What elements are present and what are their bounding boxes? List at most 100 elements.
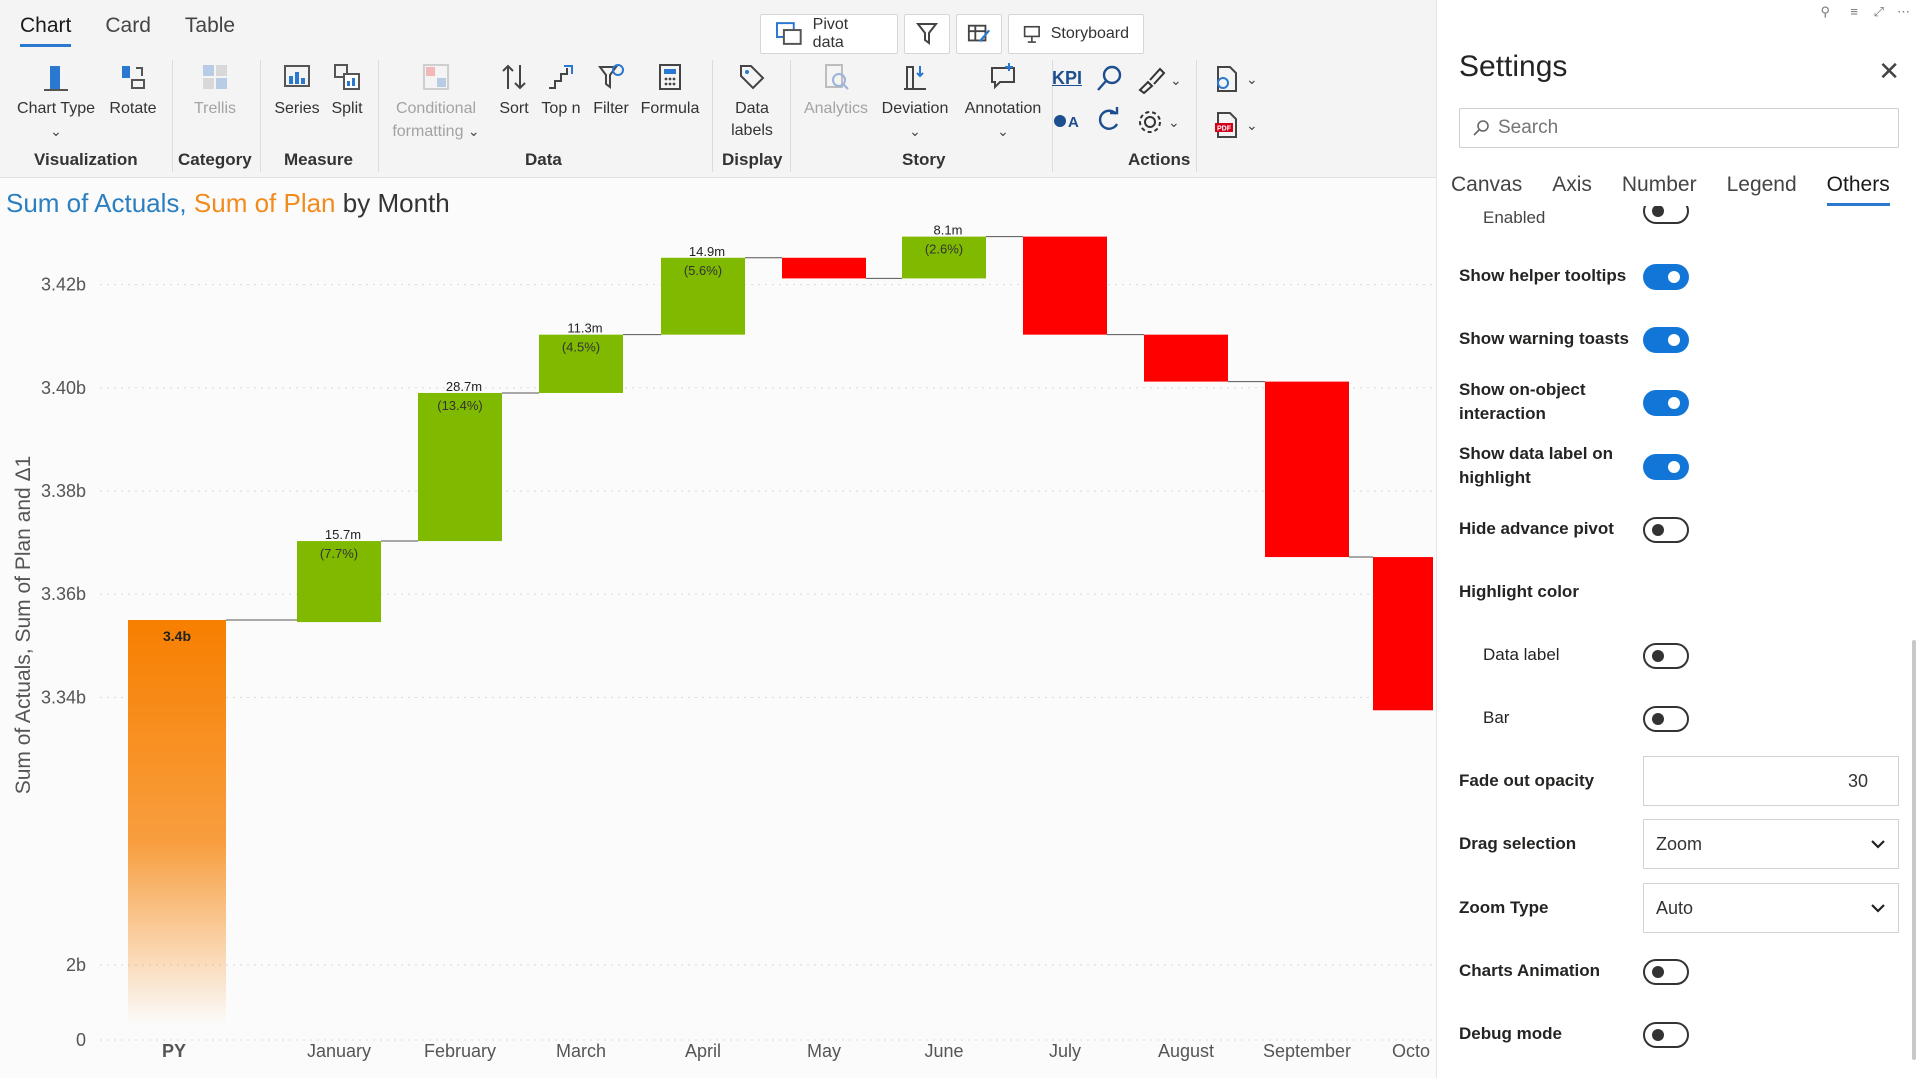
trellis-button[interactable]: Trellis bbox=[184, 62, 246, 120]
kpi-label: KPI bbox=[1052, 68, 1083, 88]
enabled-toggle[interactable] bbox=[1643, 206, 1689, 224]
tab-table[interactable]: Table bbox=[185, 14, 235, 47]
more-options-icon[interactable]: ⋯ bbox=[1897, 4, 1910, 20]
zoom-type-dropdown[interactable]: Auto bbox=[1643, 883, 1899, 933]
divider bbox=[260, 60, 261, 172]
chevron-down-icon: ⌄ bbox=[1246, 70, 1258, 87]
search-input[interactable] bbox=[1498, 117, 1878, 139]
conditional-formatting-button[interactable]: Conditional formatting ⌄ bbox=[386, 62, 486, 143]
close-icon[interactable]: ✕ bbox=[1878, 58, 1900, 84]
debug-mode-label: Debug mode bbox=[1459, 1024, 1562, 1043]
export-pdf-button[interactable]: PDF ⌄ bbox=[1212, 110, 1258, 140]
sort-button[interactable]: Sort bbox=[494, 62, 534, 120]
tab-axis[interactable]: Axis bbox=[1552, 173, 1592, 206]
pdf-icon: PDF bbox=[1215, 112, 1237, 138]
annotation-label: Annotation bbox=[964, 100, 1042, 117]
expand-icon[interactable]: ⤢ bbox=[1874, 4, 1884, 20]
deviation-button[interactable]: Deviation ⌄ bbox=[878, 62, 952, 142]
data-label-highlight-toggle[interactable] bbox=[1643, 454, 1689, 480]
divider bbox=[1196, 60, 1197, 172]
annotation-icon bbox=[991, 63, 1015, 90]
analytics-label: Analytics bbox=[803, 100, 869, 117]
waterfall-chart[interactable]: 0 2b 3.34b 3.36b 3.38b 3.40b 3.42b Sum of Actua… bbox=[0, 225, 1436, 1075]
export-settings-button[interactable]: ⌄ bbox=[1212, 64, 1258, 94]
calculator-icon bbox=[659, 64, 681, 90]
x-tick-label: March bbox=[556, 1041, 606, 1061]
chart-type-button[interactable]: Chart Type ⌄ bbox=[16, 62, 96, 142]
formula-button[interactable]: Formula bbox=[638, 62, 702, 120]
highlight-bar-toggle[interactable] bbox=[1643, 706, 1689, 732]
label-style-button[interactable]: A bbox=[1052, 110, 1084, 132]
title-series-actuals: Sum of Actuals, bbox=[6, 188, 187, 218]
x-tick-label: May bbox=[807, 1041, 841, 1061]
storyboard-button[interactable]: Storyboard bbox=[1008, 14, 1144, 54]
split-button[interactable]: Split bbox=[326, 62, 368, 120]
divider bbox=[378, 60, 379, 172]
tab-others[interactable]: Others bbox=[1826, 173, 1890, 206]
chevron-down-icon: ⌄ bbox=[997, 123, 1009, 139]
data-label-value: 28.7m bbox=[446, 379, 482, 394]
tab-chart[interactable]: Chart bbox=[20, 14, 72, 47]
magnifier-icon bbox=[1097, 65, 1122, 91]
x-tick-label: August bbox=[1158, 1041, 1214, 1061]
edit-table-button[interactable] bbox=[956, 14, 1002, 54]
hide-advance-pivot-toggle[interactable] bbox=[1643, 517, 1689, 543]
kpi-button[interactable]: KPI bbox=[1052, 68, 1082, 89]
charts-animation-toggle[interactable] bbox=[1643, 959, 1689, 985]
tab-canvas[interactable]: Canvas bbox=[1451, 173, 1522, 206]
settings-scrollbar[interactable] bbox=[1912, 640, 1916, 1060]
top-n-label: Top n bbox=[541, 100, 581, 117]
filter-icon[interactable]: ≡ bbox=[1850, 4, 1858, 19]
rotate-label: Rotate bbox=[109, 100, 157, 117]
split-icon bbox=[334, 64, 360, 90]
data-label-pct: (7.7%) bbox=[320, 546, 358, 561]
series-button[interactable]: Series bbox=[272, 62, 322, 120]
helper-tooltips-toggle[interactable] bbox=[1643, 264, 1689, 290]
x-tick-label: April bbox=[685, 1041, 721, 1061]
drag-selection-dropdown[interactable]: Zoom bbox=[1643, 819, 1899, 869]
filter-button[interactable]: Filter bbox=[590, 62, 632, 120]
tab-number[interactable]: Number bbox=[1622, 173, 1697, 206]
data-label-value: 15.7m bbox=[325, 527, 361, 542]
highlight-data-label-toggle[interactable] bbox=[1643, 643, 1689, 669]
drag-selection-label: Drag selection bbox=[1459, 834, 1577, 853]
settings-gear-button[interactable]: ⌄ bbox=[1136, 108, 1180, 136]
fade-out-opacity-value: 30 bbox=[1847, 770, 1868, 791]
format-brush-button[interactable]: ⌄ bbox=[1136, 66, 1182, 94]
data-label-pct: (5.6%) bbox=[684, 263, 722, 278]
tab-card[interactable]: Card bbox=[105, 14, 151, 47]
data-label-py: 3.4b bbox=[163, 628, 191, 644]
group-measure: Measure bbox=[284, 150, 353, 169]
pin-icon[interactable]: ⚲ bbox=[1820, 4, 1830, 20]
analytics-button[interactable]: Analytics bbox=[800, 62, 872, 120]
app-window: Chart Card Table Pivot data Storyboard C… bbox=[0, 0, 1920, 1078]
y-tick-label: 3.36b bbox=[41, 584, 86, 604]
reset-button[interactable] bbox=[1094, 106, 1122, 134]
top-n-button[interactable]: Top n bbox=[538, 62, 584, 120]
bar-py bbox=[128, 620, 226, 1025]
x-tick-label: January bbox=[307, 1041, 371, 1061]
filter-funnel-button[interactable] bbox=[904, 14, 950, 54]
fade-out-opacity-input[interactable]: 30 bbox=[1643, 756, 1899, 806]
data-labels-label-2: labels bbox=[731, 122, 773, 139]
search-zoom-button[interactable] bbox=[1094, 64, 1124, 94]
rotate-button[interactable]: Rotate bbox=[104, 62, 162, 120]
warning-toasts-toggle[interactable] bbox=[1643, 327, 1689, 353]
annotation-button[interactable]: Annotation ⌄ bbox=[960, 62, 1046, 142]
divider bbox=[790, 60, 791, 172]
storyboard-icon bbox=[1023, 25, 1040, 43]
data-label-pct: (2.6%) bbox=[925, 242, 963, 257]
debug-mode-toggle[interactable] bbox=[1643, 1022, 1689, 1048]
search-icon bbox=[1473, 120, 1489, 136]
x-tick-label: February bbox=[424, 1041, 496, 1061]
data-labels-button[interactable]: Data labels bbox=[726, 62, 778, 142]
title-by-month: by Month bbox=[342, 188, 450, 218]
on-object-toggle[interactable] bbox=[1643, 390, 1689, 416]
tab-legend[interactable]: Legend bbox=[1727, 173, 1797, 206]
pivot-data-button[interactable]: Pivot data bbox=[760, 14, 898, 54]
on-object-label-2: interaction bbox=[1459, 404, 1546, 423]
helper-tooltips-label: Show helper tooltips bbox=[1459, 266, 1627, 285]
x-tick-label: September bbox=[1263, 1041, 1351, 1061]
analytics-icon bbox=[825, 64, 849, 90]
settings-search[interactable] bbox=[1459, 108, 1899, 148]
